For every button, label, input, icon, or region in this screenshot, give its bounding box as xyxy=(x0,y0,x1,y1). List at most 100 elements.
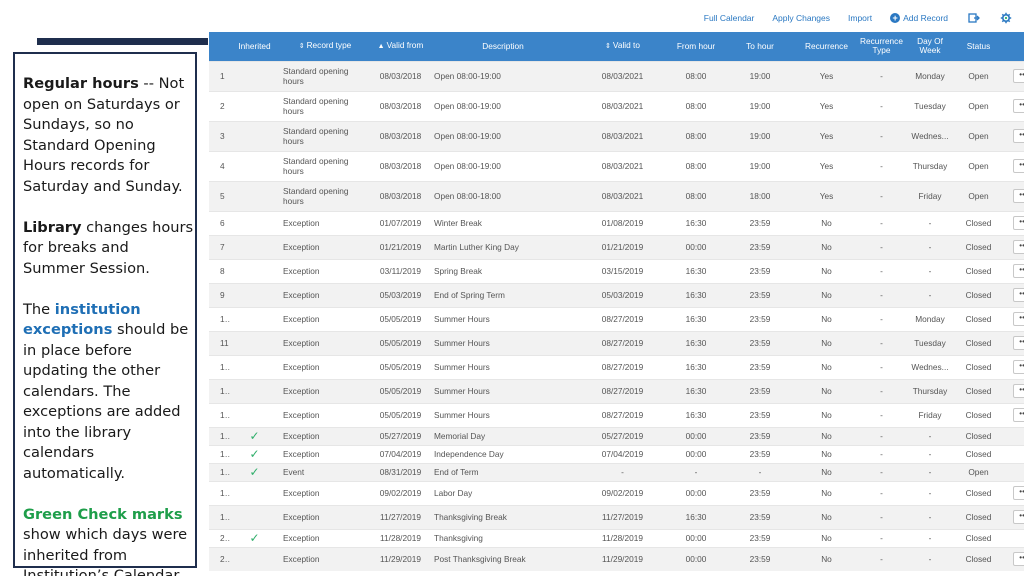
valid-to-cell: 08/27/2019 xyxy=(577,306,668,331)
table-row[interactable]: 9 Exception 05/03/2019 End of Spring Term 05… xyxy=(209,282,1024,307)
more-actions-button[interactable]: ••• xyxy=(1012,129,1024,143)
record-type-cell-text: Exception xyxy=(283,362,320,372)
recurrence-cell-text: Yes xyxy=(819,161,834,171)
valid-to-cell: 08/03/2021 xyxy=(577,60,668,91)
col-header-from-hour[interactable]: From hour xyxy=(668,32,724,61)
col-header-description[interactable]: Description xyxy=(429,32,577,61)
more-actions-button[interactable]: ••• xyxy=(1012,288,1024,302)
inherited-cell xyxy=(231,90,278,121)
recurrence-cell-text: No xyxy=(821,533,832,543)
col-header-status[interactable]: Status xyxy=(954,32,1003,61)
to-hour-cell-text: 23:59 xyxy=(749,554,771,565)
description-cell-text: Thanksgiving Break xyxy=(434,512,507,522)
day-of-week-cell: - xyxy=(906,282,954,307)
table-row[interactable]: 17 ✓ Event 08/31/2019 End of Term - - - No - - Open xyxy=(209,462,1024,481)
inherited-cell: ✓ xyxy=(231,426,278,445)
more-actions-button[interactable]: ••• xyxy=(1012,336,1024,350)
row-number-text: 2 xyxy=(220,101,225,111)
recurrence-cell-text: No xyxy=(821,554,832,565)
col-header-day-of-week[interactable]: Day Of Week xyxy=(906,32,954,61)
more-actions-button[interactable]: ••• xyxy=(1012,69,1024,83)
table-row[interactable]: 11 Exception 05/05/2019 Summer Hours 08/27/2… xyxy=(209,330,1024,355)
col-header-recurrence-type[interactable]: Recurrence Type xyxy=(857,32,906,61)
table-row[interactable]: 19 Exception 11/27/2019 Thanksgiving Break 1… xyxy=(209,504,1024,529)
valid-to-cell-text: 08/27/2019 xyxy=(601,410,644,420)
col-header-valid-from[interactable]: ▲ Valid from xyxy=(372,32,429,61)
to-hour-cell: 23:59 xyxy=(724,258,796,283)
valid-to-cell: 09/02/2019 xyxy=(577,480,668,505)
more-actions-button[interactable]: ••• xyxy=(1012,99,1024,113)
valid-from-cell: 05/27/2019 xyxy=(372,426,429,445)
table-row[interactable]: 7 Exception 01/21/2019 Martin Luther King D… xyxy=(209,234,1024,259)
from-hour-cell-text: 00:00 xyxy=(685,449,707,459)
table-row[interactable]: 4 Standard opening hours 08/03/2018 Open 08… xyxy=(209,150,1024,181)
more-actions-button[interactable]: ••• xyxy=(1012,216,1024,230)
recurrence-type-cell-text: - xyxy=(880,488,883,498)
more-actions-button[interactable]: ••• xyxy=(1012,264,1024,278)
table-row[interactable]: 18 Exception 09/02/2019 Labor Day 09/02/2019… xyxy=(209,480,1024,505)
table-row[interactable]: 8 Exception 03/11/2019 Spring Break 03/15/20… xyxy=(209,258,1024,283)
more-actions-button[interactable]: ••• xyxy=(1012,510,1024,524)
description-cell-text: Open 08:00-19:00 xyxy=(434,101,501,111)
col-header-record-type[interactable]: ⇕ Record type xyxy=(278,32,372,61)
more-actions-button[interactable]: ••• xyxy=(1012,408,1024,422)
more-actions-button[interactable]: ••• xyxy=(1012,159,1024,173)
recurrence-cell-text: No xyxy=(821,467,832,477)
row-number: 17 xyxy=(209,462,231,481)
valid-to-cell-text: 05/27/2019 xyxy=(601,431,644,441)
recurrence-cell: No xyxy=(796,378,857,403)
valid-to-cell-text: 08/03/2021 xyxy=(601,131,644,141)
gear-icon[interactable] xyxy=(1000,12,1012,24)
day-of-week-cell: Friday xyxy=(906,402,954,427)
status-cell-text: Closed xyxy=(965,266,992,276)
more-actions-button[interactable]: ••• xyxy=(1012,240,1024,254)
more-actions-button[interactable]: ••• xyxy=(1012,189,1024,203)
more-actions-button[interactable]: ••• xyxy=(1012,384,1024,398)
callout-text: The xyxy=(23,300,55,318)
full-calendar-link[interactable]: Full Calendar xyxy=(704,13,755,23)
col-header-to-hour[interactable]: To hour xyxy=(724,32,796,61)
row-number: 6 xyxy=(209,210,231,235)
actions-cell: ••• xyxy=(1003,234,1024,259)
import-link[interactable]: Import xyxy=(848,13,872,23)
table-row[interactable]: 12 Exception 05/05/2019 Summer Hours 08/27/2… xyxy=(209,354,1024,379)
actions-cell xyxy=(1003,462,1024,481)
table-row[interactable]: 1 Standard opening hours 08/03/2018 Open 08… xyxy=(209,60,1024,91)
table-row[interactable]: 10 Exception 05/05/2019 Summer Hours 08/27/2… xyxy=(209,306,1024,331)
export-icon[interactable] xyxy=(968,12,980,24)
add-record-button[interactable]: + Add Record xyxy=(890,13,948,23)
apply-changes-link[interactable]: Apply Changes xyxy=(772,13,830,23)
from-hour-cell-text: 16:30 xyxy=(685,386,707,396)
to-hour-cell-text: 23:59 xyxy=(749,386,771,396)
table-row[interactable]: 14 Exception 05/05/2019 Summer Hours 08/27/2… xyxy=(209,402,1024,427)
recurrence-cell: No xyxy=(796,480,857,505)
row-number-text: 17 xyxy=(220,467,230,477)
valid-from-cell-text: 08/03/2018 xyxy=(379,71,422,81)
table-row[interactable]: 13 Exception 05/05/2019 Summer Hours 08/27/2… xyxy=(209,378,1024,403)
col-header-recurrence[interactable]: Recurrence xyxy=(796,32,857,61)
more-actions-button[interactable]: ••• xyxy=(1012,552,1024,567)
table-row[interactable]: 15 ✓ Exception 05/27/2019 Memorial Day 05/27/… xyxy=(209,426,1024,445)
valid-to-cell-text: 03/15/2019 xyxy=(601,266,644,276)
description-cell: End of Term xyxy=(429,462,577,481)
table-row[interactable]: 5 Standard opening hours 08/03/2018 Open 08… xyxy=(209,180,1024,211)
more-actions-button[interactable]: ••• xyxy=(1012,360,1024,374)
table-row[interactable]: 6 Exception 01/07/2019 Winter Break 01/08/20… xyxy=(209,210,1024,235)
more-actions-button[interactable]: ••• xyxy=(1012,486,1024,500)
col-header-valid-to[interactable]: ⇕ Valid to xyxy=(577,32,668,61)
from-hour-cell-text: 16:30 xyxy=(685,362,707,372)
table-row[interactable]: 20 ✓ Exception 11/28/2019 Thanksgiving 11/28/… xyxy=(209,528,1024,547)
more-actions-button[interactable]: ••• xyxy=(1012,312,1024,326)
table-row[interactable]: 2 Standard opening hours 08/03/2018 Open 08… xyxy=(209,90,1024,121)
col-header-inherited[interactable]: Inherited xyxy=(231,32,278,61)
to-hour-cell-text: 19:00 xyxy=(749,101,771,111)
table-row[interactable]: 3 Standard opening hours 08/03/2018 Open 08… xyxy=(209,120,1024,151)
valid-to-cell: 08/03/2021 xyxy=(577,180,668,211)
table-row[interactable]: 16 ✓ Exception 07/04/2019 Independence Day 07… xyxy=(209,444,1024,463)
table-row[interactable]: 21 Exception 11/29/2019 Post Thanksgiving B… xyxy=(209,546,1024,571)
description-cell-text: End of Spring Term xyxy=(434,290,505,300)
description-cell: Labor Day xyxy=(429,480,577,505)
valid-from-cell-text: 05/05/2019 xyxy=(379,410,422,420)
from-hour-cell-text: 00:00 xyxy=(685,242,707,252)
valid-to-cell: 07/04/2019 xyxy=(577,444,668,463)
